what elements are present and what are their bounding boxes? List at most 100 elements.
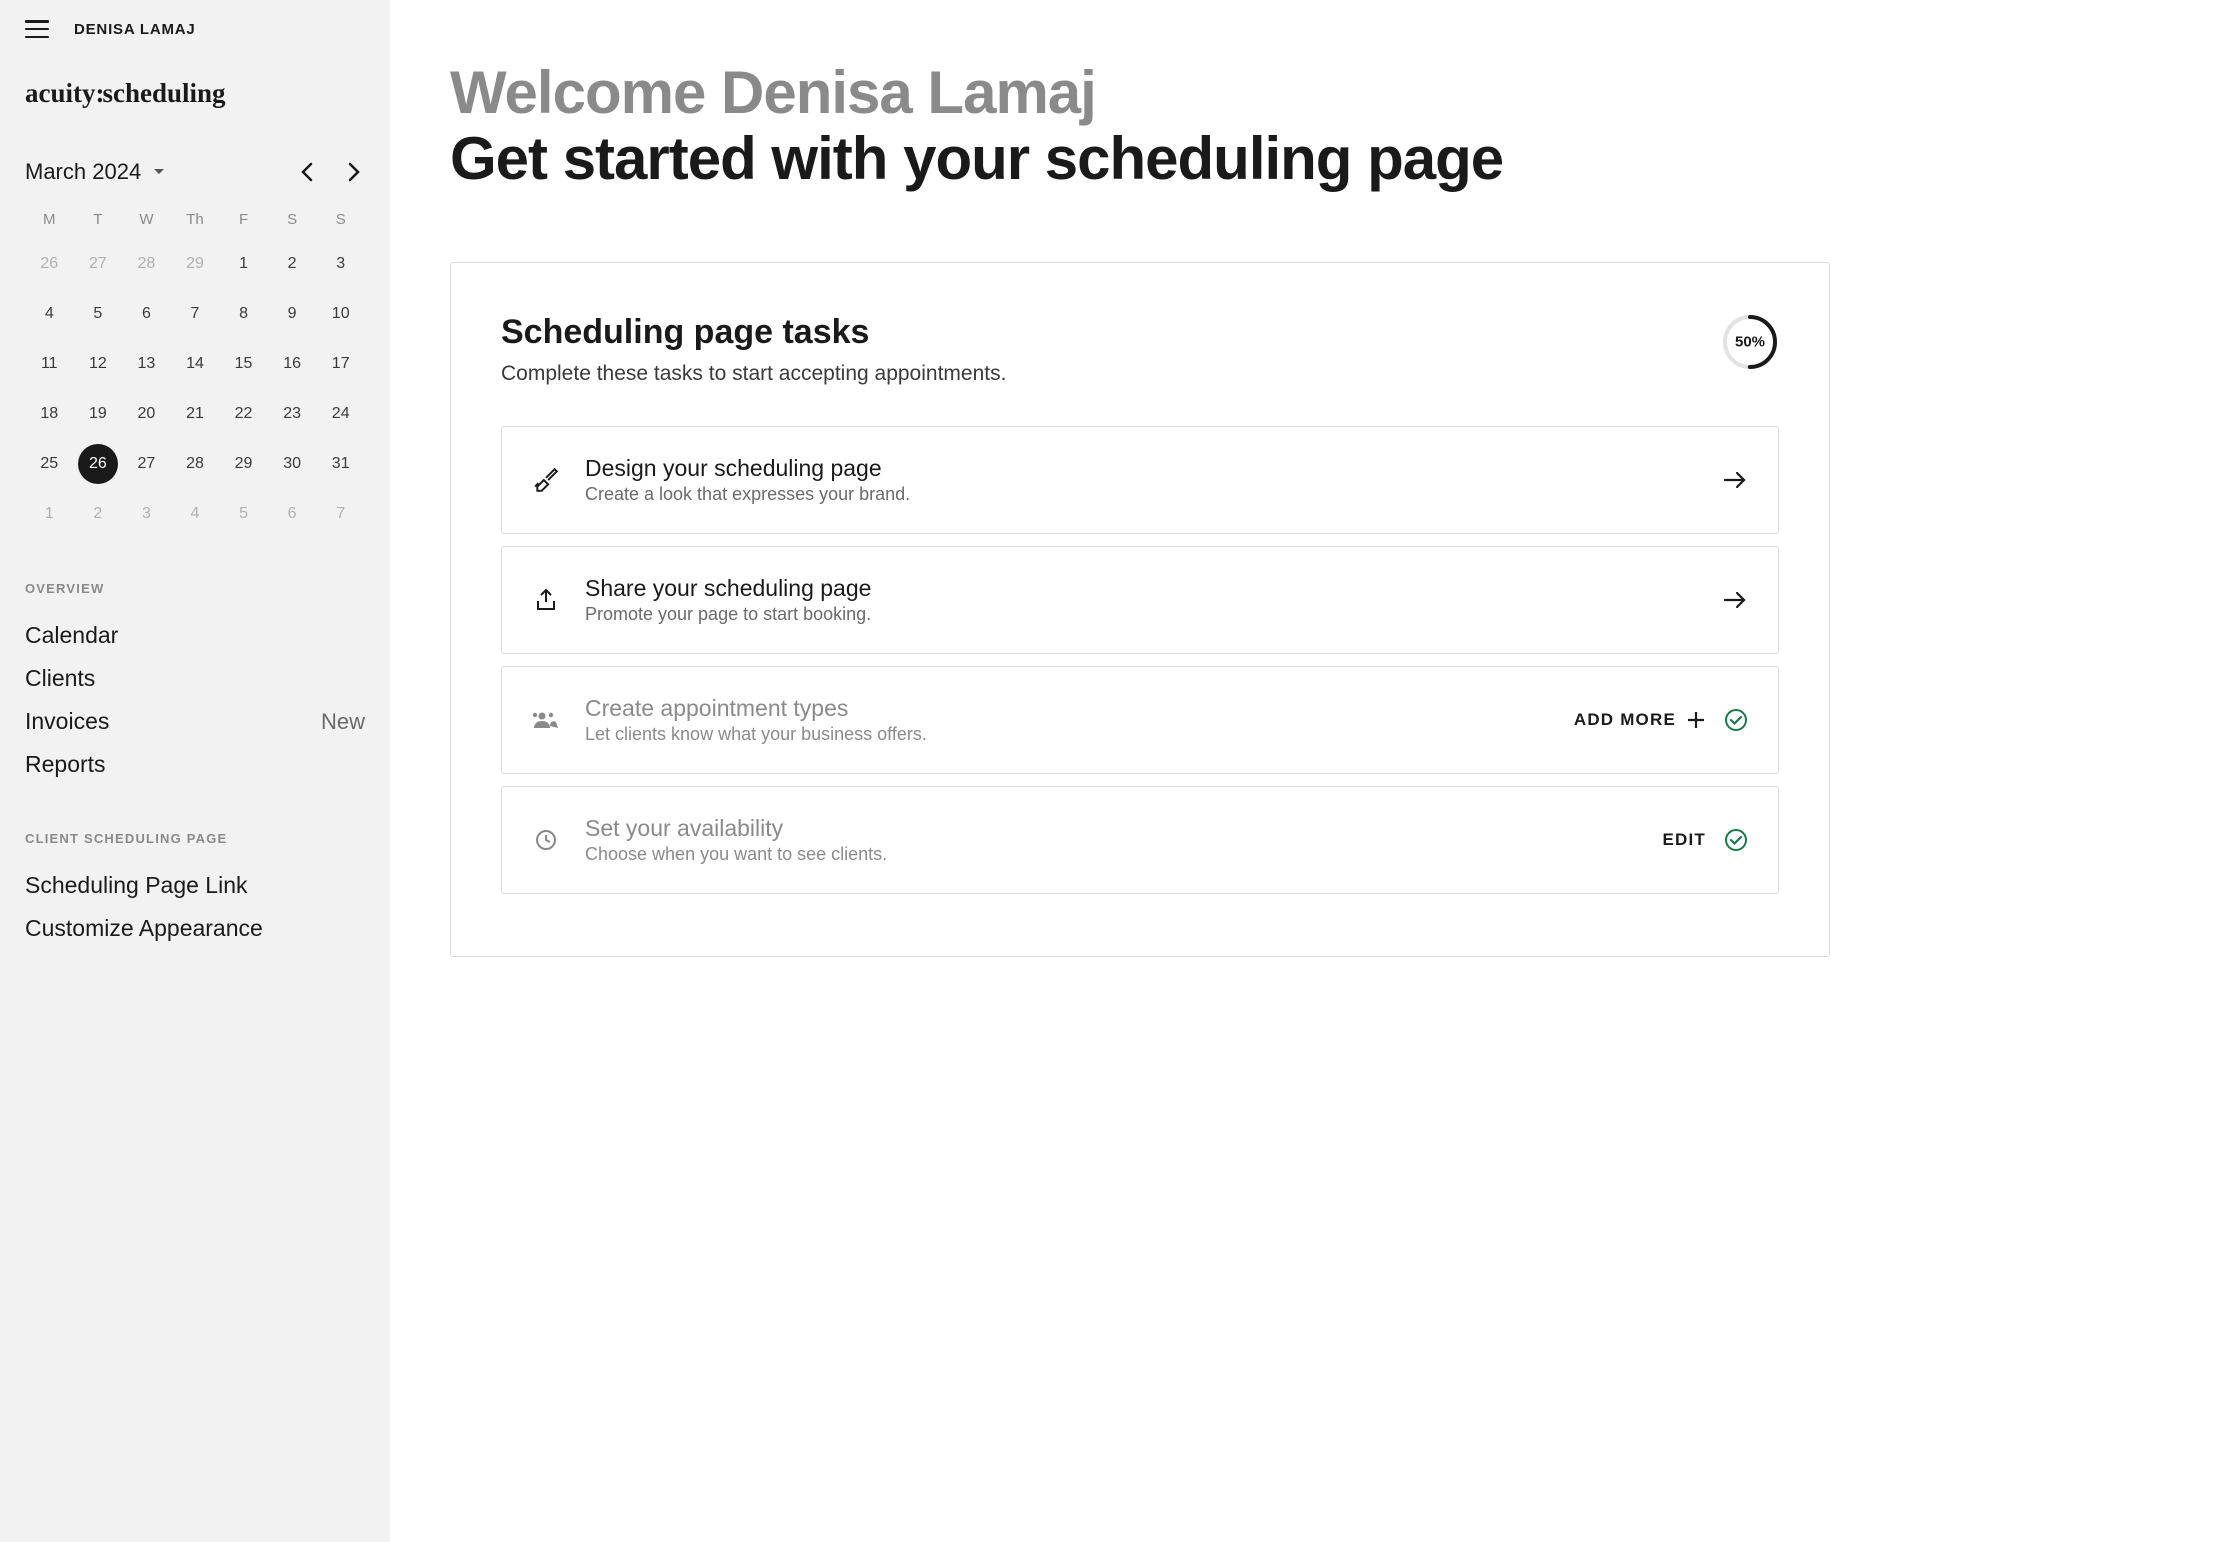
arrow-right-icon[interactable] [1722, 587, 1748, 613]
task-subtitle: Create a look that expresses your brand. [585, 484, 1697, 505]
calendar-day[interactable]: 7 [321, 494, 361, 534]
calendar-day[interactable]: 28 [126, 244, 166, 284]
calendar-day[interactable]: 10 [321, 294, 361, 334]
calendar-day[interactable]: 4 [29, 294, 69, 334]
next-month-button[interactable] [343, 161, 365, 183]
nav-item-label: Calendar [25, 622, 118, 649]
month-picker[interactable]: March 2024 [25, 159, 165, 185]
calendar-day[interactable]: 1 [29, 494, 69, 534]
nav-item-label: Invoices [25, 708, 109, 735]
calendar-day[interactable]: 3 [321, 244, 361, 284]
task-row-design-your-scheduling-page[interactable]: Design your scheduling pageCreate a look… [501, 426, 1779, 534]
calendar-day[interactable]: 19 [78, 394, 118, 434]
task-action [1722, 587, 1748, 613]
calendar-day[interactable]: 3 [126, 494, 166, 534]
nav-item-badge: New [321, 709, 365, 735]
task-title: Create appointment types [585, 695, 1549, 722]
calendar-day[interactable]: 27 [126, 444, 166, 484]
calendar-day[interactable]: 18 [29, 394, 69, 434]
add-more-button[interactable]: ADD MORE [1574, 710, 1706, 730]
calendar-day[interactable]: 2 [272, 244, 312, 284]
calendar-day[interactable]: 4 [175, 494, 215, 534]
paintbrush-icon [532, 466, 560, 494]
calendar-dow: W [122, 203, 171, 236]
task-action [1722, 467, 1748, 493]
edit-button[interactable]: EDIT [1662, 830, 1706, 850]
calendar-dow: M [25, 203, 74, 236]
calendar-day[interactable]: 1 [224, 244, 264, 284]
calendar-day[interactable]: 12 [78, 344, 118, 384]
clock-icon [532, 826, 560, 854]
sidebar: DENISA LAMAJ acuity:scheduling March 202… [0, 0, 390, 1542]
calendar-day[interactable]: 22 [224, 394, 264, 434]
calendar-day[interactable]: 14 [175, 344, 215, 384]
main-content: Welcome Denisa Lamaj Get started with yo… [390, 0, 1890, 1542]
calendar-day[interactable]: 27 [78, 244, 118, 284]
tasks-card: Scheduling page tasks Complete these tas… [450, 262, 1830, 957]
calendar-day[interactable]: 7 [175, 294, 215, 334]
calendar-day[interactable]: 17 [321, 344, 361, 384]
calendar-day[interactable]: 5 [78, 294, 118, 334]
welcome-subheading: Get started with your scheduling page [450, 126, 1830, 192]
check-circle-icon [1724, 708, 1748, 732]
calendar-day[interactable]: 21 [175, 394, 215, 434]
calendar-day[interactable]: 2 [78, 494, 118, 534]
progress-ring: 50% [1721, 313, 1779, 371]
task-title: Design your scheduling page [585, 455, 1697, 482]
share-icon [532, 586, 560, 614]
sidebar-item-scheduling-page-link[interactable]: Scheduling Page Link [25, 864, 365, 907]
calendar-day[interactable]: 6 [126, 294, 166, 334]
calendar-day[interactable]: 9 [272, 294, 312, 334]
task-title: Share your scheduling page [585, 575, 1697, 602]
task-title: Set your availability [585, 815, 1637, 842]
people-icon [532, 706, 560, 734]
calendar-dow: S [268, 203, 317, 236]
calendar-day[interactable]: 16 [272, 344, 312, 384]
task-subtitle: Promote your page to start booking. [585, 604, 1697, 625]
task-row-set-your-availability[interactable]: Set your availabilityChoose when you wan… [501, 786, 1779, 894]
user-name: DENISA LAMAJ [74, 21, 196, 38]
calendar-day[interactable]: 23 [272, 394, 312, 434]
calendar-day[interactable]: 5 [224, 494, 264, 534]
calendar-day[interactable]: 13 [126, 344, 166, 384]
calendar-day[interactable]: 15 [224, 344, 264, 384]
sidebar-item-calendar[interactable]: Calendar [25, 614, 365, 657]
calendar-day[interactable]: 28 [175, 444, 215, 484]
calendar-day[interactable]: 29 [224, 444, 264, 484]
sidebar-item-invoices[interactable]: Invoices New [25, 700, 365, 743]
task-text: Design your scheduling pageCreate a look… [585, 455, 1697, 505]
task-text: Create appointment typesLet clients know… [585, 695, 1549, 745]
sidebar-item-customize-appearance[interactable]: Customize Appearance [25, 907, 365, 950]
task-subtitle: Let clients know what your business offe… [585, 724, 1549, 745]
prev-month-button[interactable] [296, 161, 318, 183]
sidebar-header: DENISA LAMAJ [25, 20, 365, 38]
calendar-day[interactable]: 6 [272, 494, 312, 534]
task-subtitle: Choose when you want to see clients. [585, 844, 1637, 865]
calendar-day[interactable]: 20 [126, 394, 166, 434]
calendar-day[interactable]: 8 [224, 294, 264, 334]
task-action: ADD MORE [1574, 708, 1748, 732]
nav-section-client-header: CLIENT SCHEDULING PAGE [25, 831, 365, 846]
arrow-right-icon[interactable] [1722, 467, 1748, 493]
nav-item-label: Customize Appearance [25, 915, 263, 942]
tasks-header: Scheduling page tasks Complete these tas… [501, 313, 1779, 386]
calendar-day[interactable]: 25 [29, 444, 69, 484]
calendar-day[interactable]: 11 [29, 344, 69, 384]
sidebar-item-clients[interactable]: Clients [25, 657, 365, 700]
nav-item-label: Clients [25, 665, 95, 692]
tasks-title: Scheduling page tasks [501, 313, 1006, 352]
task-row-create-appointment-types[interactable]: Create appointment typesLet clients know… [501, 666, 1779, 774]
calendar-dow: F [219, 203, 268, 236]
sidebar-item-reports[interactable]: Reports [25, 743, 365, 786]
hamburger-icon[interactable] [25, 20, 49, 38]
calendar-day[interactable]: 26 [78, 444, 118, 484]
calendar-day[interactable]: 30 [272, 444, 312, 484]
tasks-description: Complete these tasks to start accepting … [501, 362, 1006, 386]
calendar-day[interactable]: 24 [321, 394, 361, 434]
brand-logo: acuity:scheduling [25, 78, 365, 109]
calendar-day[interactable]: 31 [321, 444, 361, 484]
calendar-day[interactable]: 29 [175, 244, 215, 284]
nav-item-label: Scheduling Page Link [25, 872, 248, 899]
calendar-day[interactable]: 26 [29, 244, 69, 284]
task-row-share-your-scheduling-page[interactable]: Share your scheduling pagePromote your p… [501, 546, 1779, 654]
